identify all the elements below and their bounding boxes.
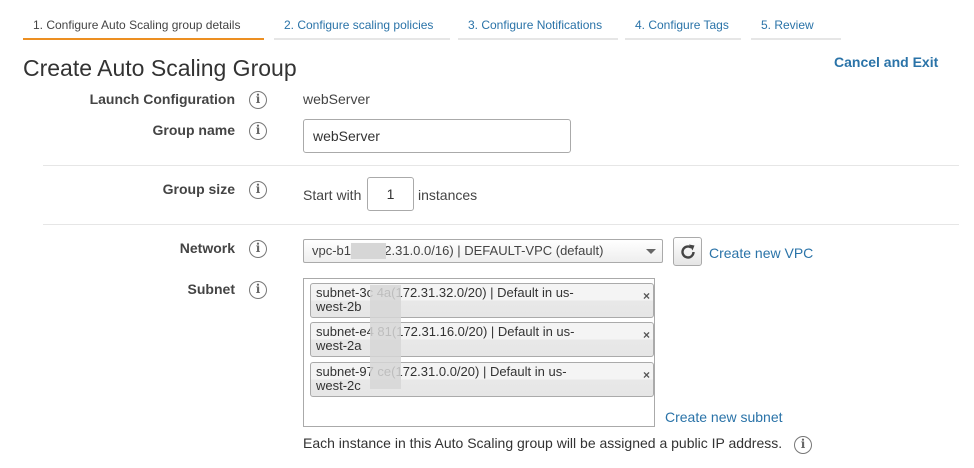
info-icon[interactable]: i: [794, 436, 812, 454]
subnet-chip-line2: west-2c: [316, 378, 361, 393]
redaction-blur: [351, 243, 386, 259]
wizard-steps: 1. Configure Auto Scaling group details …: [0, 0, 974, 40]
launch-config-label: Launch Configuration: [89, 91, 235, 107]
subnet-multiselect[interactable]: subnet-3c 4a(172.31.32.0/20) | Default i…: [303, 278, 655, 427]
group-size-suffix: instances: [418, 187, 478, 203]
info-icon[interactable]: i: [249, 181, 267, 199]
group-size-prefix: Start with: [303, 187, 362, 203]
tab-configure-scaling-policies[interactable]: 2. Configure scaling policies: [274, 17, 450, 40]
network-select[interactable]: vpc-b1 4 (172.31.0.0/16) | DEFAULT-VPC (…: [303, 239, 663, 263]
tab-review[interactable]: 5. Review: [751, 17, 841, 40]
subnet-chip: subnet-e4 81(172.31.16.0/20) | Default i…: [310, 322, 654, 357]
launch-config-value: webServer: [303, 91, 370, 107]
info-icon[interactable]: i: [249, 240, 267, 258]
subnet-chip-line1: subnet-97 ce(172.31.0.0/20) | Default in…: [316, 364, 567, 379]
public-ip-note: Each instance in this Auto Scaling group…: [303, 435, 783, 451]
info-icon[interactable]: i: [249, 122, 267, 140]
remove-subnet-icon[interactable]: ×: [643, 368, 650, 382]
chevron-down-icon: [646, 249, 656, 254]
create-new-vpc-link[interactable]: Create new VPC: [709, 245, 813, 261]
group-name-input[interactable]: [303, 119, 571, 153]
info-icon[interactable]: i: [249, 91, 267, 109]
tab-configure-group-details[interactable]: 1. Configure Auto Scaling group details: [23, 17, 264, 40]
subnet-chip: subnet-97 ce(172.31.0.0/20) | Default in…: [310, 362, 654, 397]
subnet-chip-line2: west-2b: [316, 299, 362, 314]
cancel-and-exit-link[interactable]: Cancel and Exit: [834, 54, 938, 70]
refresh-networks-button[interactable]: [673, 237, 702, 266]
subnet-chip-line1: subnet-3c 4a(172.31.32.0/20) | Default i…: [316, 285, 574, 300]
tab-configure-tags[interactable]: 4. Configure Tags: [625, 17, 741, 40]
group-size-label: Group size: [162, 181, 235, 197]
create-new-subnet-link[interactable]: Create new subnet: [665, 409, 783, 425]
redaction-blur: [370, 285, 401, 389]
group-name-label: Group name: [152, 122, 235, 138]
page-title: Create Auto Scaling Group: [23, 55, 297, 81]
section-divider: [43, 165, 959, 166]
remove-subnet-icon[interactable]: ×: [643, 328, 650, 342]
network-label: Network: [179, 240, 235, 256]
subnet-chip-line2: west-2a: [316, 338, 362, 353]
subnet-label: Subnet: [187, 281, 235, 297]
refresh-icon: [681, 244, 695, 259]
remove-subnet-icon[interactable]: ×: [643, 289, 650, 303]
section-divider: [43, 224, 959, 225]
group-size-input[interactable]: [367, 177, 414, 211]
info-icon[interactable]: i: [249, 281, 267, 299]
subnet-chip-line1: subnet-e4 81(172.31.16.0/20) | Default i…: [316, 324, 575, 339]
tab-configure-notifications[interactable]: 3. Configure Notifications: [458, 17, 618, 40]
subnet-chip: subnet-3c 4a(172.31.32.0/20) | Default i…: [310, 283, 654, 318]
